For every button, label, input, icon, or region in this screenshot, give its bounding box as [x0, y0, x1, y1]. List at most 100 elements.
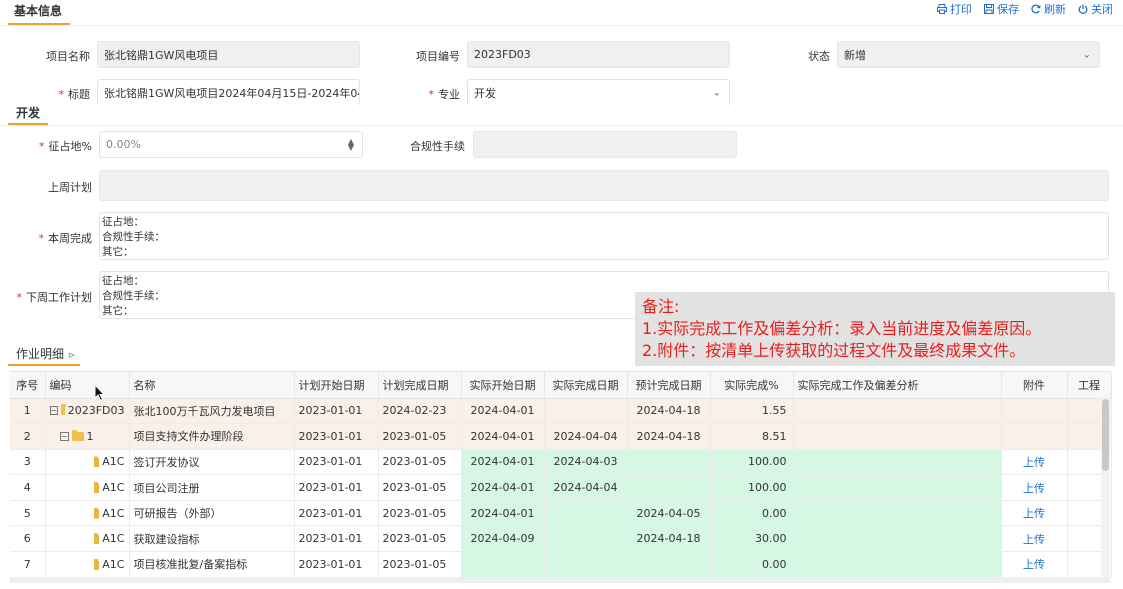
row-percent[interactable]: 30.00	[710, 525, 794, 553]
row-no: 6	[10, 525, 46, 553]
work-detail-title: 作业明细 ⊳	[16, 347, 76, 361]
row-expected-end[interactable]: 2024-04-18	[627, 525, 711, 553]
status-select[interactable]: 新增 ⌄	[837, 41, 1100, 68]
project-no-field[interactable]: 2023FD03	[467, 41, 730, 68]
table-row[interactable]: 1 −2023FD03 张北100万千瓦风力发电项目 2023-01-01 20…	[10, 398, 1112, 425]
upload-link[interactable]: 上传	[1001, 474, 1068, 501]
row-expected-end: 2024-04-18	[627, 398, 711, 425]
row-actual-start[interactable]: 2024-04-01	[461, 500, 545, 527]
col-header[interactable]: 计划完成日期	[378, 372, 462, 399]
col-header[interactable]: 编码	[45, 372, 130, 399]
stepper-icon[interactable]: ▲ ▼	[348, 137, 354, 151]
row-analysis[interactable]	[793, 551, 1002, 578]
row-analysis[interactable]	[793, 474, 1002, 501]
row-actual-end[interactable]	[544, 525, 628, 553]
compliance-field[interactable]	[473, 131, 737, 158]
land-label: * 征占地%	[39, 140, 92, 153]
table-row[interactable]: 4 A1C 项目公司注册 2023-01-01 2023-01-05 2024-…	[10, 474, 1112, 501]
upload-link[interactable]: 上传	[1001, 500, 1068, 527]
row-expected-end[interactable]	[627, 474, 711, 501]
row-code: A1C	[45, 449, 130, 476]
status-value: 新增	[844, 48, 866, 62]
chevron-down-icon: ⌄	[1082, 49, 1091, 60]
refresh-button[interactable]: 刷新	[1031, 1, 1066, 17]
text-line: 征占地：	[102, 275, 144, 287]
horizontal-scrollbar[interactable]	[10, 577, 1110, 583]
col-header[interactable]: 序号	[10, 372, 46, 399]
file-icon	[93, 456, 100, 468]
row-analysis[interactable]	[793, 500, 1002, 527]
col-header[interactable]: 实际完成日期	[544, 372, 628, 399]
row-analysis[interactable]	[793, 398, 1002, 425]
row-analysis[interactable]	[793, 449, 1002, 476]
row-expected-end: 2024-04-18	[627, 423, 711, 450]
row-attachment	[1001, 398, 1068, 425]
collapse-icon[interactable]: −	[49, 406, 59, 416]
row-actual-end[interactable]: 2024-04-03	[544, 449, 628, 476]
text-line: 合规性手续：	[102, 231, 165, 243]
scrollbar-thumb[interactable]	[1102, 399, 1109, 471]
col-header[interactable]: 实际完成工作及偏差分析	[793, 372, 1002, 399]
row-name: 签订开发协议	[129, 449, 295, 476]
row-percent[interactable]: 0.00	[710, 551, 794, 578]
row-actual-start[interactable]: 2024-04-09	[461, 525, 545, 553]
print-button[interactable]: 打印	[937, 1, 972, 17]
row-name: 获取建设指标	[129, 525, 295, 553]
row-analysis[interactable]	[793, 525, 1002, 553]
row-attachment	[1001, 423, 1068, 450]
table-row[interactable]: 7 A1C 项目核准批复/备案指标 2023-01-01 2023-01-05 …	[10, 551, 1112, 578]
vertical-scrollbar[interactable]	[1101, 397, 1110, 577]
row-expected-end[interactable]	[627, 551, 711, 578]
row-actual-end[interactable]: 2024-04-04	[544, 474, 628, 501]
this-week-textarea[interactable]: 征占地： 合规性手续： 其它：	[99, 212, 1109, 260]
save-button[interactable]: 保存	[984, 1, 1019, 17]
close-button[interactable]: 关闭	[1078, 1, 1113, 17]
close-label: 关闭	[1091, 3, 1113, 16]
row-analysis[interactable]	[793, 423, 1002, 450]
file-icon	[93, 533, 100, 545]
table-row[interactable]: 3 A1C 签订开发协议 2023-01-01 2023-01-05 2024-…	[10, 449, 1112, 476]
last-week-field[interactable]	[99, 170, 1109, 201]
project-no-label: 项目编号	[416, 50, 460, 63]
row-percent[interactable]: 100.00	[710, 474, 794, 501]
major-select[interactable]: 开发 ⌄	[467, 79, 730, 106]
title-field[interactable]: 张北铭鼎1GW风电项目2024年04月15日-2024年04月21日	[97, 79, 360, 106]
collapse-icon[interactable]: −	[59, 431, 69, 441]
row-percent[interactable]: 0.00	[710, 500, 794, 527]
row-actual-start[interactable]	[461, 551, 545, 578]
row-plan-start: 2023-01-01	[294, 525, 379, 553]
last-week-label: 上周计划	[48, 181, 92, 194]
col-header[interactable]: 工程	[1067, 372, 1112, 399]
row-plan-start: 2023-01-01	[294, 551, 379, 578]
table-row[interactable]: 5 A1C 可研报告（外部） 2023-01-01 2023-01-05 202…	[10, 500, 1112, 527]
row-actual-end[interactable]	[544, 500, 628, 527]
row-plan-end: 2023-01-05	[378, 449, 462, 476]
col-header[interactable]: 实际完成%	[710, 372, 794, 399]
row-expected-end[interactable]: 2024-04-05	[627, 500, 711, 527]
upload-link[interactable]: 上传	[1001, 551, 1068, 578]
row-percent[interactable]: 100.00	[710, 449, 794, 476]
upload-link[interactable]: 上传	[1001, 449, 1068, 476]
work-detail-grid: 序号 编码 名称 计划开始日期 计划完成日期 实际开始日期 实际完成日期 预计完…	[10, 371, 1112, 578]
col-header[interactable]: 预计完成日期	[627, 372, 711, 399]
mouse-cursor-icon	[94, 384, 106, 402]
remark-line: 2.附件：按清单上传获取的过程文件及最终成果文件。	[642, 341, 1026, 360]
row-plan-end: 2023-01-05	[378, 474, 462, 501]
land-percent-input[interactable]: 0.00% ▲ ▼	[99, 131, 363, 158]
upload-link[interactable]: 上传	[1001, 525, 1068, 553]
remark-line: 备注:	[642, 297, 680, 316]
row-expected-end[interactable]	[627, 449, 711, 476]
row-actual-end[interactable]	[544, 551, 628, 578]
row-actual-start[interactable]: 2024-04-01	[461, 449, 545, 476]
col-header[interactable]: 附件	[1001, 372, 1068, 399]
project-name-field[interactable]: 张北铭鼎1GW风电项目	[97, 41, 360, 68]
divider	[0, 25, 1123, 26]
save-label: 保存	[997, 3, 1019, 16]
col-header[interactable]: 名称	[129, 372, 295, 399]
remark-note: 备注: 1.实际完成工作及偏差分析：录入当前进度及偏差原因。 2.附件：按清单上…	[635, 292, 1115, 366]
table-row[interactable]: 2 −1 项目支持文件办理阶段 2023-01-01 2023-01-05 20…	[10, 423, 1112, 450]
table-row[interactable]: 6 A1C 获取建设指标 2023-01-01 2023-01-05 2024-…	[10, 525, 1112, 553]
row-actual-start[interactable]: 2024-04-01	[461, 474, 545, 501]
col-header[interactable]: 计划开始日期	[294, 372, 379, 399]
col-header[interactable]: 实际开始日期	[461, 372, 545, 399]
